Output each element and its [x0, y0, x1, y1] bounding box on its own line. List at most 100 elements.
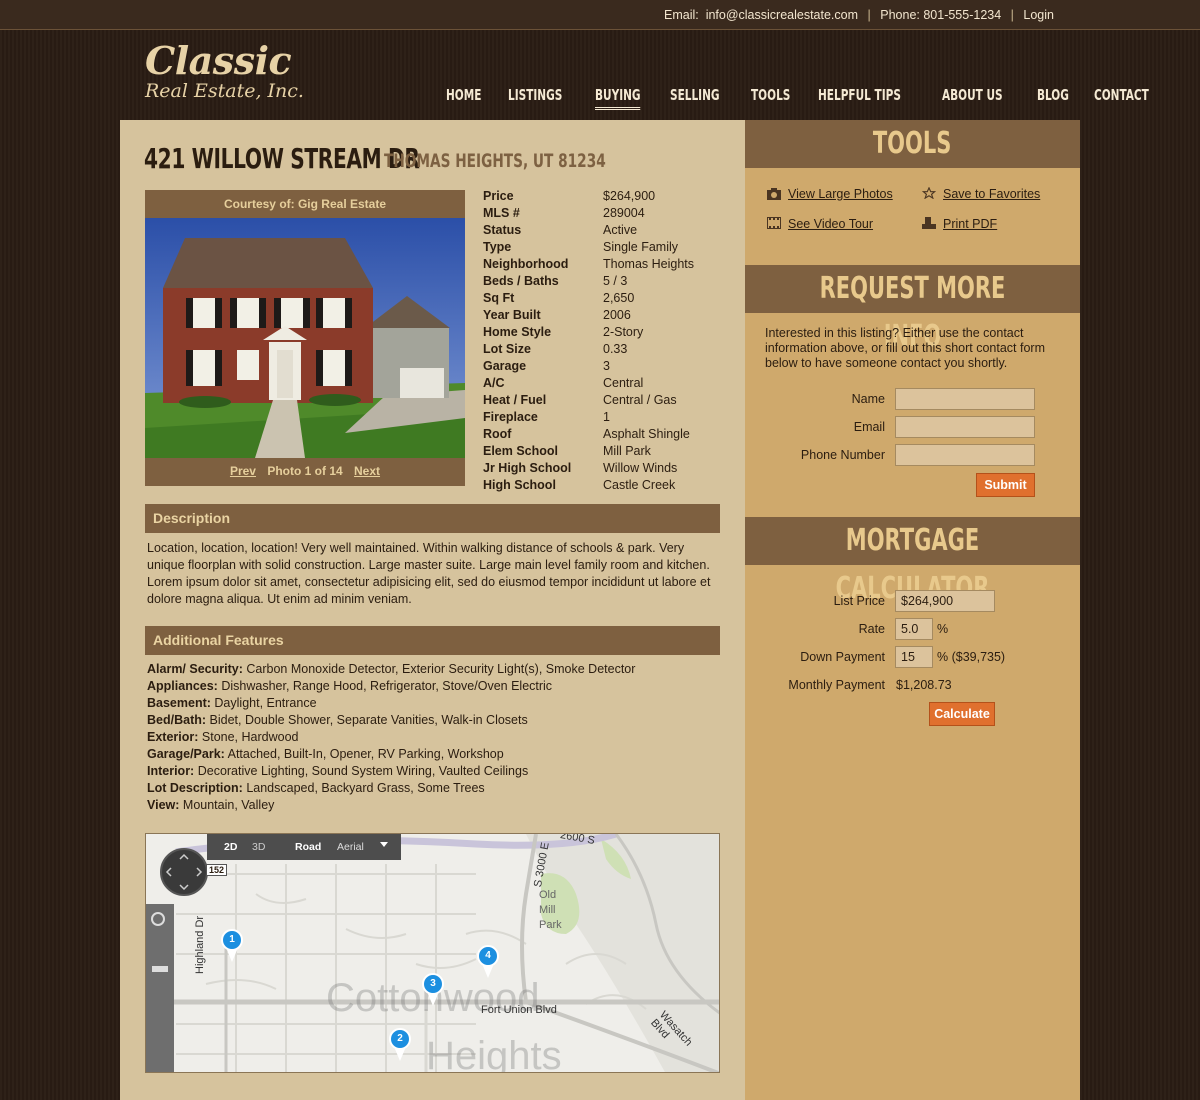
spec-row: High School Castle Creek — [483, 477, 733, 494]
zoom-handle[interactable] — [152, 966, 168, 972]
logo-line2: Real Estate, Inc. — [145, 80, 304, 102]
main-nav: HOME LISTINGS BUYING SELLING TOOLS HELPFUL TI… — [446, 86, 1182, 110]
prev-photo-link[interactable]: Prev — [230, 464, 256, 478]
map-2d-button[interactable]: 2D — [224, 841, 237, 853]
next-photo-link[interactable]: Next — [354, 464, 380, 478]
feature-value: Carbon Monoxide Detector, Exterior Secur… — [246, 662, 636, 676]
nav-tools[interactable]: TOOLS — [751, 86, 790, 107]
down-payment-field[interactable]: 15 — [895, 646, 933, 668]
spec-row: Beds / Baths 5 / 3 — [483, 273, 733, 290]
spec-row: Type Single Family — [483, 239, 733, 256]
spec-row: Price $264,900 — [483, 188, 733, 205]
city-state: THOMAS HEIGHTS, UT 81234 — [384, 150, 606, 172]
site-logo[interactable]: Classic Real Estate, Inc. — [145, 40, 304, 103]
print-pdf-link[interactable]: Print PDF — [943, 217, 997, 231]
rate-field[interactable]: 5.0 — [895, 618, 933, 640]
spec-value: 2,650 — [603, 291, 635, 305]
spec-label: MLS # — [483, 206, 520, 220]
listing-specs: Price $264,900 MLS # 289004 Status Active Type… — [483, 188, 733, 494]
name-field[interactable] — [895, 388, 1035, 410]
map-aerial-button[interactable]: Aerial — [337, 841, 364, 853]
email-field[interactable] — [895, 416, 1035, 438]
spec-label: Garage — [483, 359, 527, 373]
feature-value: Decorative Lighting, Sound System Wiring… — [197, 764, 529, 778]
feature-value: Daylight, Entrance — [214, 696, 317, 710]
login-link[interactable]: Login — [1023, 8, 1054, 22]
spec-value: Willow Winds — [603, 461, 678, 475]
mortgage-calculator-header: MORTGAGE CALCULATOR — [745, 517, 1080, 606]
map-pin[interactable]: 2 — [389, 1028, 411, 1061]
spec-label: Elem School — [483, 444, 559, 458]
features-header: Additional Features — [145, 626, 720, 655]
nav-listings[interactable]: LISTINGS — [508, 86, 562, 107]
nav-blog[interactable]: BLOG — [1037, 86, 1069, 107]
feature-row: Appliances: Dishwasher, Range Hood, Refr… — [147, 678, 719, 695]
phone-field[interactable] — [895, 444, 1035, 466]
spec-label: A/C — [483, 376, 505, 390]
view-photos-link[interactable]: View Large Photos — [788, 187, 893, 201]
nav-about-us[interactable]: ABOUT US — [942, 86, 1003, 107]
spec-row: Elem School Mill Park — [483, 443, 733, 460]
feature-row: Lot Description: Landscaped, Backyard Gr… — [147, 780, 719, 797]
map-pin[interactable]: 3 — [422, 973, 444, 1006]
spec-label: High School — [483, 478, 556, 492]
listing-address: 421 WILLOW STREAM DR THOMAS HEIGHTS, UT … — [144, 142, 606, 175]
map-road-button[interactable]: Road — [295, 841, 321, 853]
location-map[interactable]: Cottonwood Heights Highland Dr S 3000 E … — [145, 833, 720, 1073]
spec-row: Heat / Fuel Central / Gas — [483, 392, 733, 409]
submit-button[interactable]: Submit — [976, 473, 1035, 497]
feature-label: Interior: — [147, 764, 195, 778]
spec-value: 0.33 — [603, 342, 628, 356]
spec-value: $264,900 — [603, 189, 656, 203]
map-pin[interactable]: 1 — [221, 929, 243, 962]
spec-label: Beds / Baths — [483, 274, 559, 288]
zoom-in-icon[interactable] — [151, 912, 165, 926]
nav-contact[interactable]: CONTACT — [1094, 86, 1149, 107]
spec-label: Type — [483, 240, 512, 254]
spec-row: Fireplace 1 — [483, 409, 733, 426]
list-price-field[interactable]: $264,900 — [895, 590, 995, 612]
feature-label: Appliances: — [147, 679, 218, 693]
nav-helpful-tips[interactable]: HELPFUL TIPS — [818, 86, 901, 107]
map-3d-button[interactable]: 3D — [252, 841, 265, 853]
street-address: 421 WILLOW STREAM DR — [144, 142, 420, 175]
email-link[interactable]: info@classicrealestate.com — [706, 8, 858, 22]
spec-label: Year Built — [483, 308, 541, 322]
spec-value: Mill Park — [603, 444, 651, 458]
camera-icon — [767, 188, 781, 200]
spec-value: Central — [603, 376, 644, 390]
map-pan-control[interactable] — [160, 848, 208, 896]
nav-selling[interactable]: SELLING — [670, 86, 720, 107]
request-info-header: REQUEST MORE INFO — [745, 265, 1080, 354]
nav-buying[interactable]: BUYING — [595, 86, 641, 110]
rate-label: Rate — [858, 622, 885, 636]
feature-label: Exterior: — [147, 730, 199, 744]
spec-row: Lot Size 0.33 — [483, 341, 733, 358]
spec-label: Status — [483, 223, 522, 237]
spec-label: Sq Ft — [483, 291, 515, 305]
feature-row: View: Mountain, Valley — [147, 797, 719, 814]
description-header: Description — [145, 504, 720, 533]
email-label: Email: — [664, 8, 699, 22]
feature-row: Interior: Decorative Lighting, Sound Sys… — [147, 763, 719, 780]
phone-text: Phone: 801-555-1234 — [880, 8, 1002, 22]
spec-label: Fireplace — [483, 410, 538, 424]
house-photo[interactable] — [145, 218, 465, 458]
calculate-button[interactable]: Calculate — [929, 702, 995, 726]
spec-value: Single Family — [603, 240, 679, 254]
photo-pager: Prev Photo 1 of 14 Next — [145, 458, 465, 486]
email-label: Email — [853, 420, 885, 434]
feature-row: Alarm/ Security: Carbon Monoxide Detecto… — [147, 661, 719, 678]
down-payment-label: Down Payment — [800, 650, 885, 664]
feature-label: Basement: — [147, 696, 211, 710]
map-pin[interactable]: 4 — [477, 945, 499, 978]
nav-home[interactable]: HOME — [446, 86, 481, 107]
map-zoom-slider[interactable] — [146, 904, 174, 1072]
map-street-label: Highland Dr — [194, 915, 206, 974]
save-favorites-link[interactable]: Save to Favorites — [943, 187, 1040, 201]
chevron-down-icon[interactable] — [380, 842, 388, 847]
top-bar: Email: info@classicrealestate.com | Phon… — [0, 0, 1200, 30]
video-tour-link[interactable]: See Video Tour — [788, 217, 873, 231]
map-area-label-2: Heights — [426, 1034, 562, 1073]
spec-value: Asphalt Shingle — [603, 427, 690, 441]
